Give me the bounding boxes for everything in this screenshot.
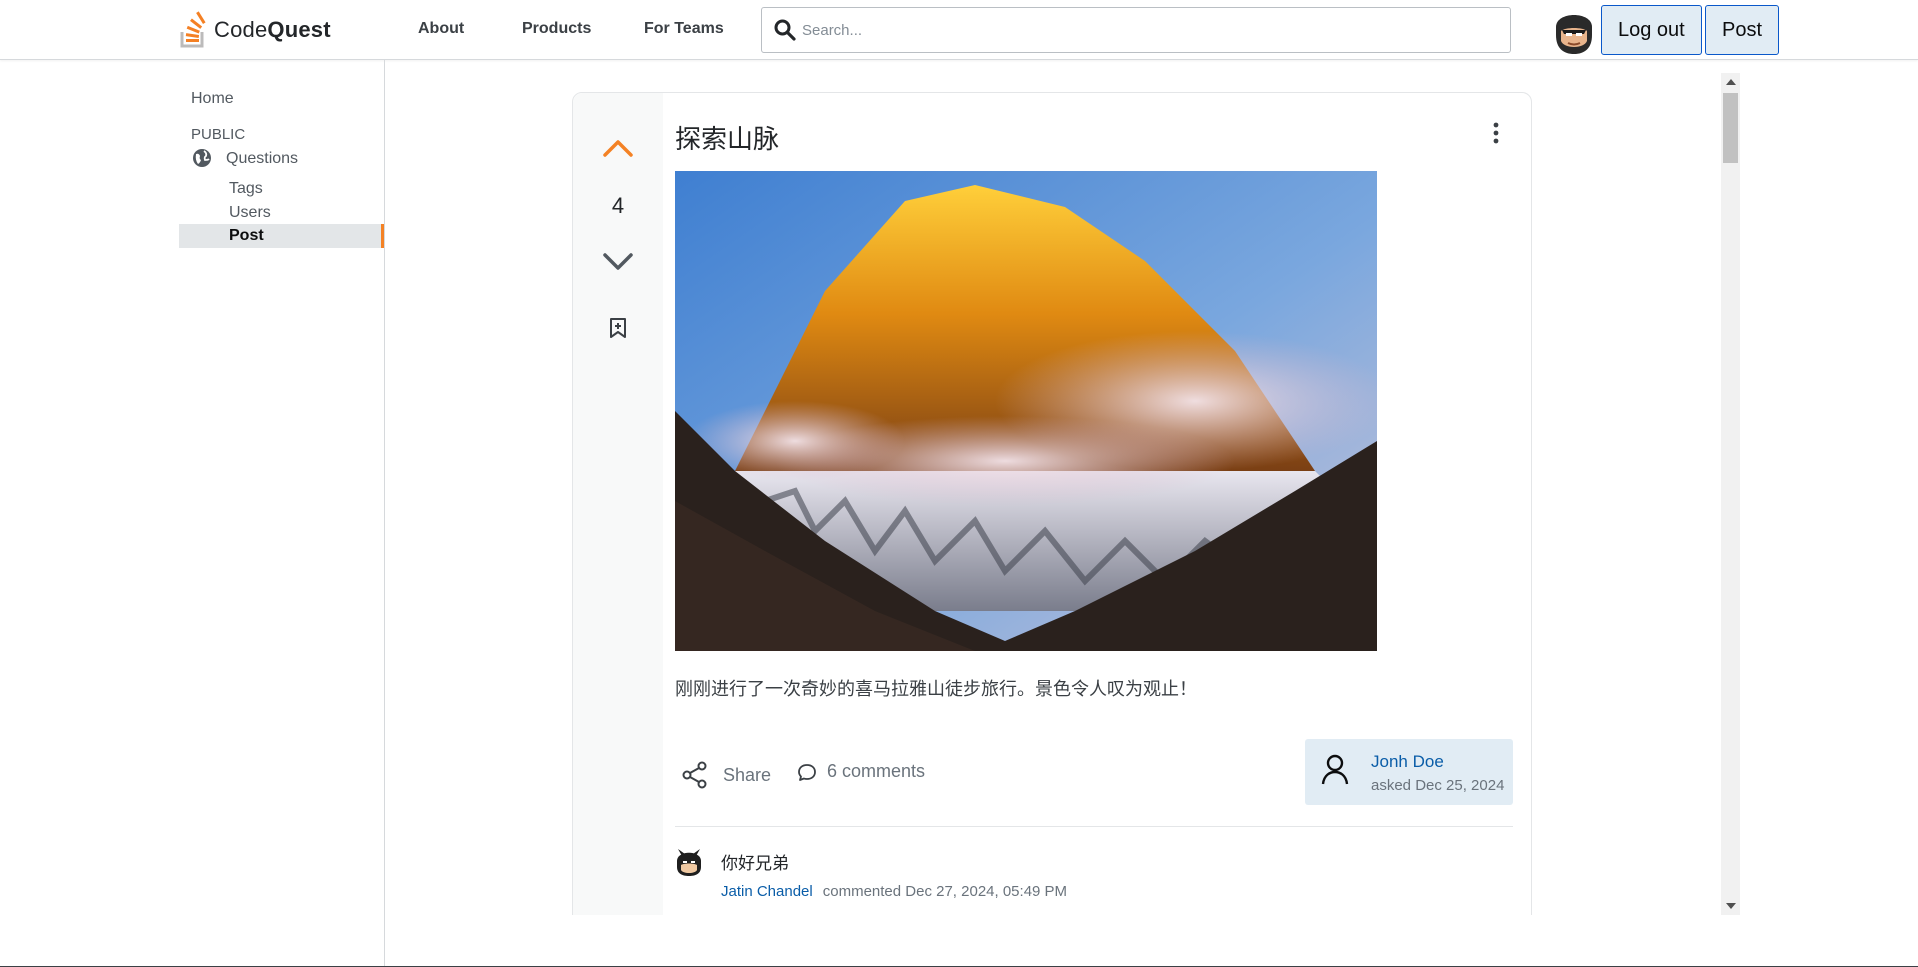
share-label: Share [723, 764, 772, 785]
globe-icon [193, 149, 211, 167]
scrollbar[interactable] [1721, 73, 1740, 915]
upvote-icon[interactable] [603, 139, 633, 157]
scroll-thumb[interactable] [1723, 93, 1738, 163]
post-scroll-area: 4 探索山脉 刚刚进行了一次奇妙的喜马拉雅山徒步旅行。景色令人叹为观止！ Sha… [572, 90, 1742, 915]
comments-divider [675, 826, 1513, 827]
scroll-down-arrow[interactable] [1726, 903, 1736, 909]
search-input[interactable] [802, 21, 1482, 39]
sidebar-item-post[interactable]: Post [179, 224, 384, 248]
scroll-up-arrow[interactable] [1726, 79, 1736, 85]
comment-text: 你好兄弟 [721, 854, 789, 874]
sidebar-item-post-label: Post [229, 227, 264, 244]
commenter-avatar[interactable] [675, 847, 703, 877]
nav-products[interactable]: Products [522, 20, 591, 38]
logo-icon [180, 11, 206, 48]
user-icon [1321, 754, 1349, 785]
sidebar-item-users[interactable]: Users [229, 204, 271, 222]
brand-name: CodeQuest [214, 17, 331, 43]
downvote-icon[interactable] [603, 253, 633, 271]
sidebar-item-home[interactable]: Home [191, 90, 234, 108]
left-sidebar: Home PUBLIC Questions Tags Users [0, 60, 385, 967]
comments-count: 6 comments [827, 761, 926, 781]
user-avatar[interactable] [1551, 5, 1597, 55]
author-card: Jonh Doe asked Dec 25, 2024 [1305, 739, 1513, 805]
brand-suffix: Quest [267, 17, 331, 42]
comment-author[interactable]: Jatin Chandel [721, 883, 813, 900]
comment-meta: Jatin Chandel commented Dec 27, 2024, 05… [721, 883, 1067, 900]
post-image [675, 171, 1377, 651]
brand-logo[interactable]: CodeQuest [178, 10, 331, 50]
share-button[interactable]: Share [681, 761, 771, 789]
share-icon [682, 761, 707, 789]
vote-column: 4 [573, 93, 663, 915]
more-options-icon[interactable] [1491, 121, 1501, 145]
sidebar-item-questions[interactable]: Questions [226, 150, 298, 168]
post-title: 探索山脉 [675, 125, 780, 155]
post-button[interactable]: Post [1705, 5, 1780, 55]
search-box[interactable] [761, 7, 1511, 53]
vote-count: 4 [611, 193, 625, 218]
sidebar-section-public: PUBLIC [191, 126, 246, 143]
post-card: 4 探索山脉 刚刚进行了一次奇妙的喜马拉雅山徒步旅行。景色令人叹为观止！ Sha… [572, 92, 1532, 915]
author-name[interactable]: Jonh Doe [1371, 752, 1444, 772]
comments-link[interactable]: 6 comments [797, 761, 925, 782]
nav-for-teams[interactable]: For Teams [644, 20, 724, 38]
nav-about[interactable]: About [418, 20, 464, 38]
post-body: 刚刚进行了一次奇妙的喜马拉雅山徒步旅行。景色令人叹为观止！ [675, 679, 1197, 700]
comment-date: commented Dec 27, 2024, 05:49 PM [822, 883, 1068, 900]
asked-date: asked Dec 25, 2024 [1371, 777, 1505, 794]
search-icon [774, 19, 796, 41]
comment-icon [798, 763, 816, 781]
logout-button[interactable]: Log out [1601, 5, 1702, 55]
brand-prefix: Code [214, 17, 268, 42]
top-bar: CodeQuest About Products For Teams Log o… [0, 0, 1918, 60]
sidebar-item-tags[interactable]: Tags [229, 180, 263, 198]
bookmark-icon[interactable] [608, 317, 628, 339]
